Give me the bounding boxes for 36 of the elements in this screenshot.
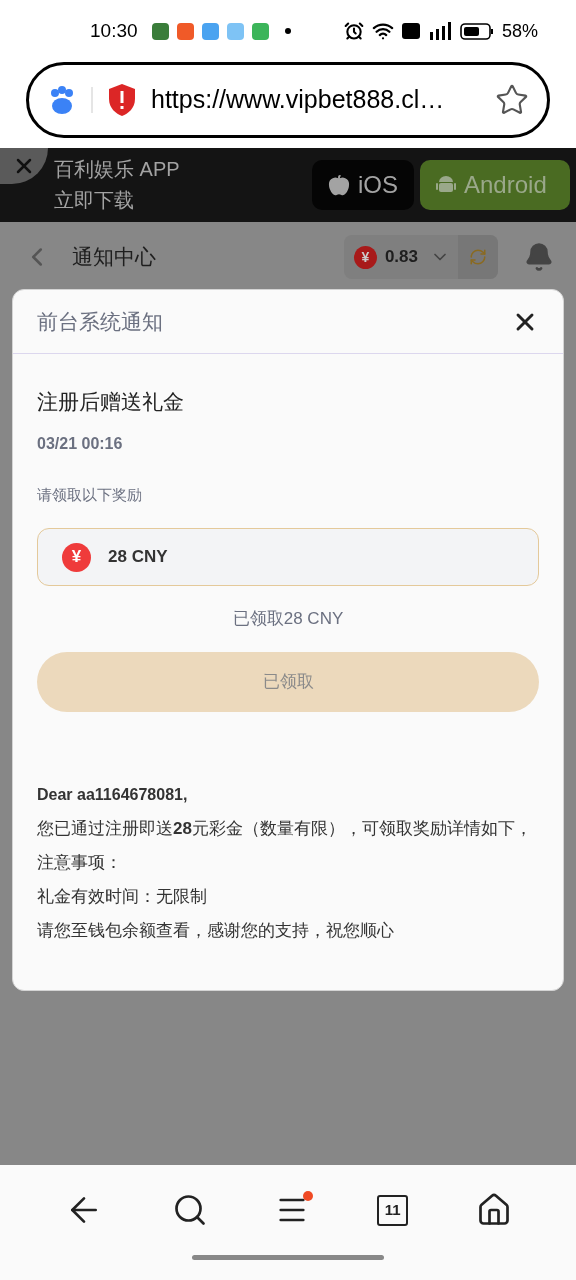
- warning-shield-icon: [107, 83, 137, 117]
- battery-percent: 58%: [501, 19, 538, 43]
- reward-amount: 28 CNY: [108, 546, 168, 569]
- signal-icon: [427, 22, 452, 40]
- banner-title: 百利娱乐 APP: [54, 157, 180, 182]
- message-line: 请您至钱包余额查看，感谢您的支持，祝您顺心: [37, 919, 395, 942]
- app-notification-icon: [251, 22, 269, 40]
- notice-title: 注册后赠送礼金: [37, 389, 185, 415]
- message-line: 您已通过注册即送28元彩金（数量有限），可领取奖励详情如下，: [37, 817, 533, 840]
- ios-download-button[interactable]: iOS: [312, 160, 414, 210]
- wifi-icon: [371, 20, 394, 42]
- claimed-note: 已领取28 CNY: [231, 608, 345, 630]
- battery-icon: [459, 22, 494, 40]
- star-icon[interactable]: [495, 83, 529, 117]
- dialog-title: 前台系统通知: [37, 308, 164, 335]
- apple-icon: [328, 174, 350, 196]
- balance-amount: 0.83: [384, 246, 418, 269]
- address-bar[interactable]: https://www.vipbet888.cl…: [26, 62, 550, 138]
- greeting: Dear aa1164678081,: [37, 784, 189, 805]
- yen-badge: ¥: [62, 542, 91, 572]
- alarm-icon: [343, 21, 364, 41]
- app-notification-icon: [201, 22, 219, 40]
- reward-prompt: 请领取以下奖励: [37, 484, 143, 505]
- message-line: 礼金有效时间：无限制: [37, 885, 208, 908]
- app-notification-icon: [226, 22, 244, 40]
- app-notification-icon: [176, 22, 194, 40]
- status-time: 10:30: [90, 18, 138, 43]
- yen-badge: ¥: [353, 245, 377, 269]
- tab-count-button[interactable]: 11: [377, 1194, 409, 1226]
- notice-date: 03/21 00:16: [37, 433, 124, 454]
- app-notification-icon: [151, 22, 169, 40]
- balance-pill[interactable]: ¥ 0.83: [343, 235, 498, 279]
- banner-subtitle: 立即下载: [54, 188, 135, 213]
- page-title: 通知中心: [72, 244, 156, 271]
- bell-icon[interactable]: [524, 242, 554, 272]
- message-line: 注意事项：: [37, 851, 123, 874]
